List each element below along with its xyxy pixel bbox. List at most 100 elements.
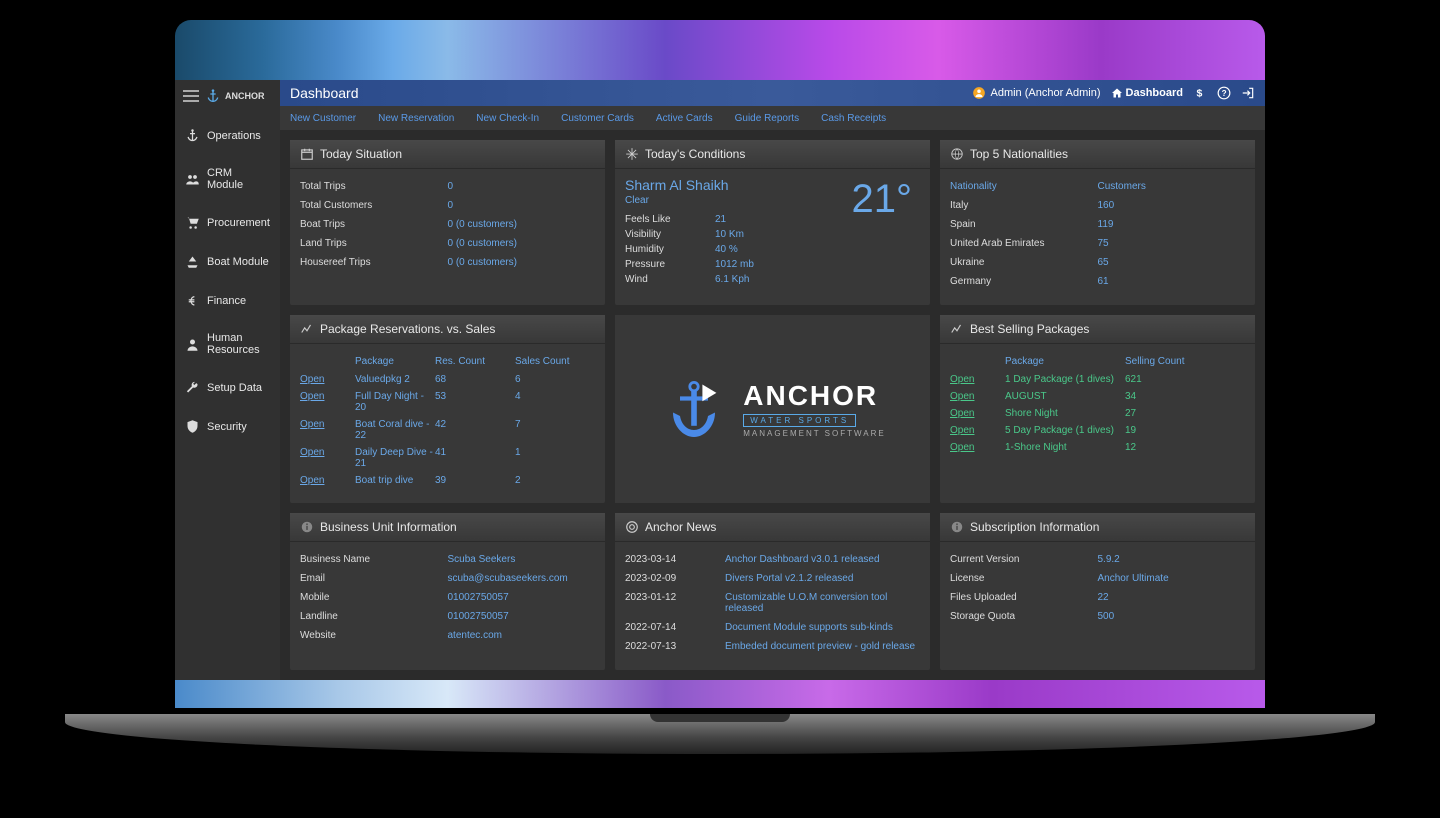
subnav-customer-cards[interactable]: Customer Cards	[561, 113, 634, 124]
weather-condition: Clear	[625, 195, 852, 206]
users-icon	[185, 172, 200, 187]
data-row: Emailscuba@scubaseekers.com	[300, 569, 595, 588]
anchor-icon	[185, 128, 200, 143]
anchor-icon	[205, 88, 221, 104]
open-link[interactable]: Open	[300, 391, 324, 402]
open-link[interactable]: Open	[950, 374, 974, 385]
data-row: Boat Trips0 (0 customers)	[300, 215, 595, 234]
snowflake-icon	[625, 147, 639, 161]
chart-icon	[950, 322, 964, 336]
info-icon	[300, 520, 314, 534]
dashboard-link[interactable]: Dashboard	[1111, 87, 1183, 99]
data-row: Business NameScuba Seekers	[300, 550, 595, 569]
open-link[interactable]: Open	[950, 442, 974, 453]
news-link[interactable]: Embeded document preview - gold release	[725, 641, 920, 652]
sidebar-item-label: Setup Data	[207, 382, 262, 394]
sidebar-item-boat-module[interactable]: Boat Module	[175, 242, 280, 281]
brand-text: ANCHOR	[225, 91, 265, 101]
open-link[interactable]: Open	[950, 391, 974, 402]
open-link[interactable]: Open	[950, 408, 974, 419]
open-link[interactable]: Open	[950, 425, 974, 436]
chart-icon	[300, 322, 314, 336]
subnav-active-cards[interactable]: Active Cards	[656, 113, 713, 124]
data-row: Ukraine65	[950, 253, 1245, 272]
laptop-base	[65, 714, 1375, 754]
info-icon	[950, 520, 964, 534]
subnav-guide-reports[interactable]: Guide Reports	[735, 113, 799, 124]
data-row: Files Uploaded22	[950, 588, 1245, 607]
sub-nav: New Customer New Reservation New Check-In C…	[280, 106, 1265, 130]
data-row: Total Customers0	[300, 196, 595, 215]
table-row: OpenDaily Deep Dive - 21411	[300, 444, 595, 472]
sidebar-item-crm-module[interactable]: CRM Module	[175, 155, 280, 203]
help-button[interactable]: ?	[1217, 86, 1231, 100]
data-row: Italy160	[950, 196, 1245, 215]
sidebar-item-label: Human Resources	[207, 332, 270, 356]
sidebar-item-human-resources[interactable]: Human Resources	[175, 320, 280, 368]
business-info-card: Business Unit Information Business NameS…	[290, 513, 605, 670]
sidebar-item-procurement[interactable]: Procurement	[175, 203, 280, 242]
sidebar-item-security[interactable]: Security	[175, 407, 280, 446]
boat-icon	[185, 254, 200, 269]
table-row: OpenShore Night27	[950, 405, 1245, 422]
cart-icon	[185, 215, 200, 230]
sidebar-item-label: CRM Module	[207, 167, 270, 191]
wrench-icon	[185, 380, 200, 395]
sidebar-item-label: Procurement	[207, 217, 270, 229]
table-row: OpenBoat trip dive392	[300, 472, 595, 489]
laptop-frame: ANCHOR Operations CRM Module Procurement Bo…	[167, 12, 1273, 716]
sidebar-item-label: Operations	[207, 130, 261, 142]
condition-row: Feels Like21	[625, 212, 852, 227]
data-row: Websiteatentec.com	[300, 626, 595, 645]
sidebar-item-label: Security	[207, 421, 247, 433]
open-link[interactable]: Open	[300, 374, 324, 385]
user-name: Admin (Anchor Admin)	[990, 87, 1100, 99]
data-row: LicenseAnchor Ultimate	[950, 569, 1245, 588]
table-row: Open1-Shore Night12	[950, 439, 1245, 456]
subnav-new-customer[interactable]: New Customer	[290, 113, 356, 124]
subnav-cash-receipts[interactable]: Cash Receipts	[821, 113, 886, 124]
user-badge[interactable]: Admin (Anchor Admin)	[972, 86, 1100, 100]
today-situation-card: Today Situation Total Trips0Total Custom…	[290, 140, 605, 305]
data-row: Spain119	[950, 215, 1245, 234]
logo-title: ANCHOR	[743, 380, 885, 412]
news-link[interactable]: Anchor Dashboard v3.0.1 released	[725, 554, 920, 565]
table-row: Open1 Day Package (1 dives)621	[950, 371, 1245, 388]
subnav-new-reservation[interactable]: New Reservation	[378, 113, 454, 124]
home-icon	[1111, 87, 1123, 99]
news-link[interactable]: Document Module supports sub-kinds	[725, 622, 920, 633]
news-row: 2023-03-14Anchor Dashboard v3.0.1 releas…	[625, 550, 920, 569]
news-link[interactable]: Customizable U.O.M conversion tool relea…	[725, 592, 920, 614]
table-row: OpenAUGUST34	[950, 388, 1245, 405]
news-link[interactable]: Divers Portal v2.1.2 released	[725, 573, 920, 584]
reservations-card: Package Reservations. vs. Sales PackageR…	[290, 315, 605, 503]
topbar: Dashboard Admin (Anchor Admin) Dashboard…	[280, 80, 1265, 106]
people-icon	[185, 337, 200, 352]
logout-button[interactable]	[1241, 86, 1255, 100]
subnav-new-check-in[interactable]: New Check-In	[476, 113, 539, 124]
sidebar-item-finance[interactable]: Finance	[175, 281, 280, 320]
app-screen: ANCHOR Operations CRM Module Procurement Bo…	[175, 80, 1265, 680]
open-link[interactable]: Open	[300, 419, 324, 430]
data-row: Total Trips0	[300, 177, 595, 196]
sidebar: ANCHOR Operations CRM Module Procurement Bo…	[175, 80, 280, 680]
dashboard-grid: Today Situation Total Trips0Total Custom…	[280, 130, 1265, 680]
logo-subtitle-1: WATER SPORTS	[743, 414, 856, 427]
data-row: Housereef Trips0 (0 customers)	[300, 253, 595, 272]
news-row: 2023-01-12Customizable U.O.M conversion …	[625, 588, 920, 618]
data-row: United Arab Emirates75	[950, 234, 1245, 253]
subscription-card: Subscription Information Current Version…	[940, 513, 1255, 670]
wallpaper-bottom	[175, 680, 1265, 708]
sidebar-item-setup-data[interactable]: Setup Data	[175, 368, 280, 407]
brand-logo: ANCHOR	[205, 88, 265, 104]
sidebar-item-label: Boat Module	[207, 256, 269, 268]
data-row: Land Trips0 (0 customers)	[300, 234, 595, 253]
temperature: 21°	[852, 177, 913, 222]
open-link[interactable]: Open	[300, 475, 324, 486]
menu-toggle-button[interactable]	[183, 90, 199, 102]
condition-row: Pressure1012 mb	[625, 257, 852, 272]
nationalities-card: Top 5 Nationalities NationalityCustomers…	[940, 140, 1255, 305]
currency-button[interactable]: $	[1193, 86, 1207, 100]
sidebar-item-operations[interactable]: Operations	[175, 116, 280, 155]
open-link[interactable]: Open	[300, 447, 324, 458]
